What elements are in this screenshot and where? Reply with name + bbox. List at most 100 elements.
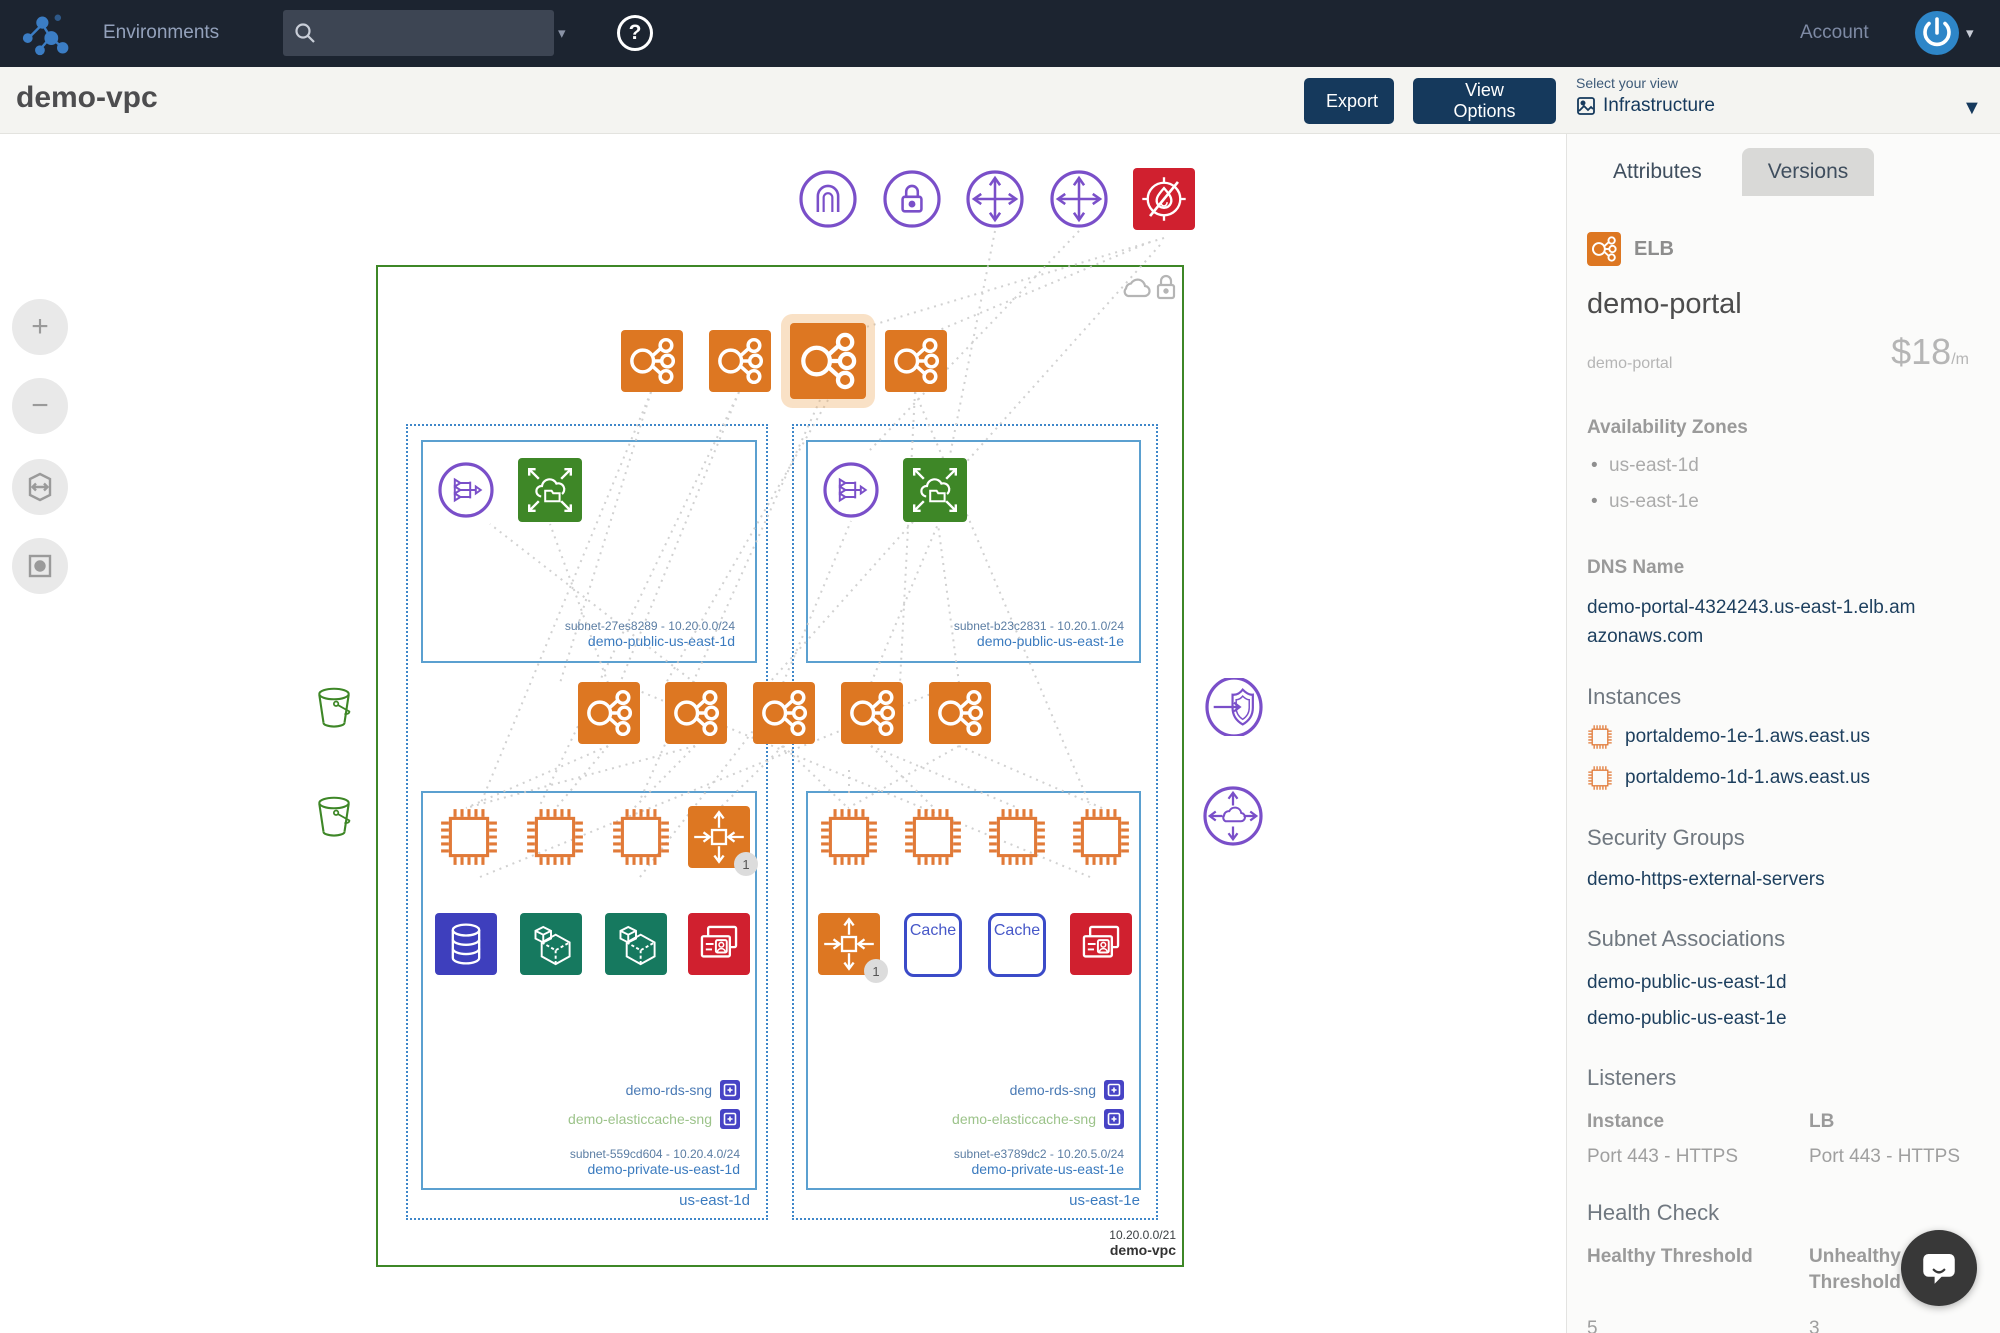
vpc-endpoint-icon[interactable]: [1205, 678, 1263, 736]
az-list: us-east-1d us-east-1e: [1587, 455, 1985, 513]
sidebar-tabs: Attributes Versions: [1587, 148, 1875, 196]
s3-bucket-icon[interactable]: [306, 675, 362, 741]
diagram-canvas[interactable]: 1 1 Cache Cache subnet-27es8289 - 10.20.…: [0, 134, 1566, 1333]
view-options-button[interactable]: View Options: [1413, 78, 1556, 124]
ec2-instance-icon[interactable]: [438, 806, 500, 868]
healthy-threshold-label: Healthy Threshold: [1587, 1245, 1753, 1267]
rds-sng-row[interactable]: demo-rds-sng: [884, 1080, 1124, 1100]
tab-versions[interactable]: Versions: [1741, 148, 1875, 196]
resource-type-row: ELB: [1587, 232, 1985, 266]
elasticache-node-icon[interactable]: [605, 913, 667, 975]
subnet-associations-heading: Subnet Associations: [1587, 926, 1786, 952]
cache-node[interactable]: Cache: [904, 913, 962, 977]
account-caret-icon[interactable]: ▾: [1966, 24, 1974, 42]
toolbar: demo-vpc Export View Options Select your…: [0, 67, 2000, 134]
public-subnet-1e-label: subnet-b23c2831 - 10.20.1.0/24 demo-publ…: [953, 619, 1124, 649]
ec2-instance-icon[interactable]: [610, 806, 672, 868]
rds-icon[interactable]: [435, 913, 497, 975]
ec2-instance-icon[interactable]: [524, 806, 586, 868]
instance-row[interactable]: portaldemo-1e-1.aws.east.us: [1587, 722, 1985, 751]
network-acl-lock-icon[interactable]: [883, 170, 941, 228]
cloud-icon: [1120, 276, 1154, 300]
listener-instance-label: Instance: [1587, 1111, 1665, 1133]
vpc-router-icon-2[interactable]: [1050, 170, 1108, 228]
instance-link: portaldemo-1d-1.aws.east.us: [1625, 767, 1871, 789]
auto-scaling-icon[interactable]: 1: [818, 913, 888, 983]
vpc-router-icon-1[interactable]: [966, 170, 1024, 228]
public-subnet-1d-label: subnet-27es8289 - 10.20.0.0/24 demo-publ…: [564, 619, 735, 649]
elb-node[interactable]: [929, 682, 991, 744]
elb-node[interactable]: [885, 330, 947, 392]
resource-type: ELB: [1634, 237, 1674, 260]
elasticache-sng-row[interactable]: demo-elasticcache-sng: [500, 1109, 740, 1129]
elb-icon: [1587, 232, 1621, 266]
subnet-association-link[interactable]: demo-public-us-east-1e: [1587, 1004, 1985, 1033]
nat-gateway-icon[interactable]: [518, 458, 582, 522]
zoom-in-button[interactable]: +: [12, 299, 68, 355]
rds-sng-row[interactable]: demo-rds-sng: [500, 1080, 740, 1100]
iam-cards-icon[interactable]: [688, 913, 750, 975]
elb-node[interactable]: [841, 682, 903, 744]
internet-gateway-icon[interactable]: [799, 170, 857, 228]
az-label-us-east-1e: us-east-1e: [1069, 1192, 1140, 1209]
price-badge: $18/m: [1891, 331, 1969, 372]
security-group-link[interactable]: demo-https-external-servers: [1587, 865, 1985, 894]
security-group-icon: [720, 1080, 740, 1100]
listener-lb-value: Port 443 - HTTPS: [1809, 1145, 1960, 1167]
chat-bubble-icon: [1911, 1240, 1967, 1296]
instance-row[interactable]: portaldemo-1d-1.aws.east.us: [1587, 763, 1985, 792]
nav-environments[interactable]: Environments: [103, 22, 219, 44]
chat-widget-button[interactable]: [1901, 1230, 1977, 1306]
ec2-instance-icon[interactable]: [986, 806, 1048, 868]
elb-node[interactable]: [753, 682, 815, 744]
zoom-out-button[interactable]: −: [12, 378, 68, 434]
az-item: us-east-1e: [1587, 491, 1985, 513]
elb-node-selected-demo-portal[interactable]: [790, 323, 866, 399]
resource-subtitle: demo-portal: [1587, 355, 1673, 372]
elasticache-node-icon[interactable]: [520, 913, 582, 975]
search-box[interactable]: [283, 10, 554, 56]
search-input[interactable]: [317, 23, 544, 43]
private-subnet-1d-labels: demo-rds-sng demo-elasticcache-sng subne…: [500, 1080, 740, 1177]
view-selector[interactable]: Select your view Infrastructure: [1576, 75, 1715, 117]
avatar[interactable]: [1915, 11, 1959, 55]
center-view-button[interactable]: [12, 538, 68, 594]
vpc-label: 10.20.0.0/21 demo-vpc: [1109, 1228, 1176, 1258]
private-subnet-1e-labels: demo-rds-sng demo-elasticcache-sng subne…: [884, 1080, 1124, 1177]
fit-width-button[interactable]: [12, 459, 68, 515]
ec2-instance-icon[interactable]: [1070, 806, 1132, 868]
search-dropdown-caret-icon[interactable]: ▾: [558, 24, 566, 42]
elb-node[interactable]: [578, 682, 640, 744]
route-table-icon[interactable]: [823, 462, 879, 518]
brand-logo-icon[interactable]: [18, 8, 70, 60]
ec2-instance-icon[interactable]: [818, 806, 880, 868]
vpn-gateway-icon[interactable]: [1203, 786, 1263, 846]
view-value: Infrastructure: [1603, 95, 1715, 116]
cache-node[interactable]: Cache: [988, 913, 1046, 977]
iam-cards-icon[interactable]: [1070, 913, 1132, 975]
security-groups-heading: Security Groups: [1587, 824, 1745, 850]
auto-scaling-icon[interactable]: 1: [688, 806, 758, 876]
route-table-icon[interactable]: [438, 462, 494, 518]
ec2-instance-icon[interactable]: [902, 806, 964, 868]
help-icon[interactable]: ?: [617, 15, 653, 51]
scaling-count-badge: 1: [864, 959, 888, 983]
dns-value[interactable]: demo-portal-4324243.us-east-1.elb.amazon…: [1587, 593, 1917, 652]
elb-node[interactable]: [621, 330, 683, 392]
tab-attributes[interactable]: Attributes: [1587, 148, 1728, 196]
waf-icon[interactable]: [1133, 168, 1195, 230]
subnet-association-link[interactable]: demo-public-us-east-1d: [1587, 968, 1985, 997]
export-button[interactable]: Export: [1304, 78, 1394, 124]
page-title: demo-vpc: [16, 81, 158, 114]
elb-node[interactable]: [665, 682, 727, 744]
select-view-label: Select your view: [1576, 75, 1678, 91]
health-check-heading: Health Check: [1587, 1199, 1720, 1225]
elasticache-sng-row[interactable]: demo-elasticcache-sng: [884, 1109, 1124, 1129]
nav-account[interactable]: Account: [1800, 22, 1869, 44]
nat-gateway-icon[interactable]: [903, 458, 967, 522]
view-caret-icon[interactable]: ▼: [1962, 97, 1982, 120]
security-group-icon: [720, 1109, 740, 1129]
attributes-sidebar: Attributes Versions ELB demo-portal demo…: [1566, 134, 2000, 1333]
s3-bucket-icon[interactable]: [306, 784, 362, 850]
elb-node[interactable]: [709, 330, 771, 392]
